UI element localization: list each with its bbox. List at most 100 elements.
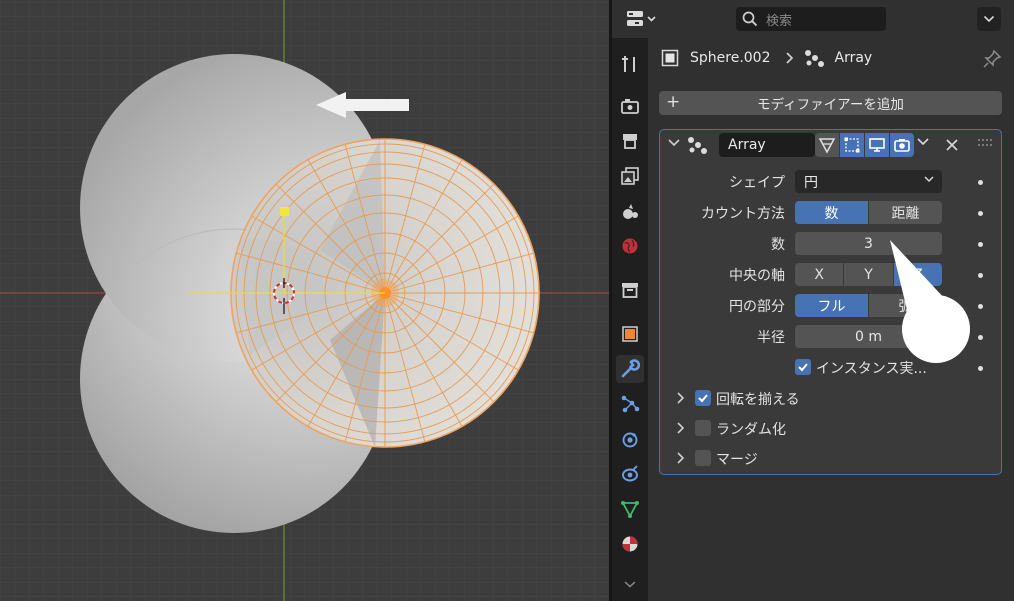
empty-handle — [280, 207, 289, 216]
align-rotation-label[interactable]: 回転を揃える — [716, 389, 800, 409]
tab-render[interactable] — [616, 92, 644, 120]
render-icon — [621, 99, 639, 114]
chevron-down-icon — [983, 15, 995, 23]
search-icon — [742, 11, 758, 27]
world-icon — [622, 238, 638, 254]
chevron-right-icon — [785, 52, 793, 64]
breadcrumb-object: Sphere.002 — [690, 50, 771, 66]
tab-object[interactable] — [616, 320, 644, 348]
count-method-selector: 数 距離 — [795, 201, 942, 224]
search-placeholder: 検索 — [766, 13, 793, 29]
merge-checkbox[interactable] — [695, 450, 711, 466]
edit-mode-toggle[interactable] — [840, 133, 864, 157]
chevron-right-icon[interactable] — [675, 421, 687, 435]
shape-value: 円 — [804, 174, 818, 191]
plus-icon: + — [666, 92, 681, 112]
properties-header: 検索 — [612, 0, 1014, 38]
tab-modifiers[interactable] — [616, 355, 644, 383]
randomize-label[interactable]: ランダム化 — [716, 419, 786, 439]
chevron-down-icon[interactable] — [916, 135, 930, 149]
keyframe-dot[interactable] — [978, 366, 983, 371]
tab-output[interactable] — [616, 127, 644, 155]
image-layers-icon — [621, 167, 639, 185]
axis-option-y[interactable]: Y — [844, 263, 894, 286]
edit-cage-toggle[interactable] — [815, 133, 839, 157]
camera-icon — [894, 139, 910, 152]
checkmark-icon — [798, 363, 808, 372]
radius-field[interactable]: 0 m — [795, 325, 942, 348]
tab-physics[interactable] — [616, 425, 644, 453]
scene-icon — [623, 204, 638, 219]
monitor-icon — [869, 138, 885, 152]
pin-icon[interactable] — [982, 49, 1002, 69]
render-toggle[interactable] — [890, 133, 914, 157]
editor-type-button[interactable] — [620, 7, 662, 31]
shape-label: シェイプ — [729, 175, 785, 191]
radius-label: 半径 — [757, 330, 785, 346]
search-field[interactable]: 検索 — [736, 7, 886, 31]
keyframe-dot[interactable] — [978, 180, 983, 185]
instance-checkbox-label: インスタンス実... — [816, 361, 927, 377]
array-modifier-icon — [688, 137, 707, 154]
keyframe-dot[interactable] — [978, 304, 983, 309]
add-modifier-label: モディファイアーを追加 — [757, 97, 904, 113]
count-field[interactable]: 3 — [795, 232, 942, 255]
count-label: 数 — [771, 237, 785, 253]
realtime-toggle[interactable] — [865, 133, 889, 157]
chevron-right-icon[interactable] — [675, 391, 687, 405]
chevron-right-icon[interactable] — [675, 451, 687, 465]
keyframe-dot[interactable] — [978, 242, 983, 247]
breadcrumb-modifier: Array — [834, 50, 873, 66]
drag-grip-icon[interactable] — [978, 139, 992, 147]
tab-collection[interactable] — [616, 276, 644, 304]
tab-world[interactable] — [616, 232, 644, 260]
tab-view-layer[interactable] — [616, 162, 644, 190]
tab-particles[interactable] — [616, 390, 644, 418]
object-icon — [661, 49, 679, 67]
merge-label[interactable]: マージ — [716, 449, 758, 469]
central-axis-label: 中央の軸 — [729, 268, 785, 284]
constraint-icon — [622, 465, 638, 482]
editor-type-icon — [627, 11, 656, 26]
tab-tool[interactable] — [616, 50, 644, 78]
instance-checkbox[interactable] — [795, 359, 811, 375]
properties-content: Sphere.002 Array + モディファイアーを追加 Array シェイ… — [648, 38, 1014, 601]
circle-part-option-arc[interactable]: 弧 — [869, 294, 942, 317]
tab-material[interactable] — [616, 530, 644, 558]
tab-constraints[interactable] — [616, 460, 644, 488]
tab-data[interactable] — [616, 495, 644, 523]
count-method-label: カウント方法 — [701, 206, 785, 222]
add-modifier-button[interactable]: + モディファイアーを追加 — [659, 91, 1002, 115]
options-dropdown-button[interactable] — [977, 7, 1001, 31]
tool-icon — [622, 56, 635, 72]
3d-viewport[interactable] — [0, 0, 609, 601]
keyframe-dot[interactable] — [978, 211, 983, 216]
physics-icon — [622, 432, 638, 448]
keyframe-dot[interactable] — [978, 273, 983, 278]
modifier-name-field[interactable]: Array — [719, 133, 815, 157]
count-method-option-count[interactable]: 数 — [795, 201, 869, 224]
circle-part-label: 円の部分 — [729, 299, 785, 315]
central-axis-selector: X Y Z — [795, 263, 942, 286]
material-icon — [622, 536, 638, 552]
chevron-down-icon — [624, 581, 636, 588]
wrench-icon — [621, 359, 640, 378]
tab-scene[interactable] — [616, 197, 644, 225]
circle-part-option-full[interactable]: フル — [795, 294, 869, 317]
mesh-data-icon — [621, 501, 639, 518]
axis-option-z[interactable]: Z — [893, 263, 942, 286]
collection-box-icon — [622, 283, 638, 298]
edit-mode-icon — [844, 137, 860, 153]
edit-cage-icon — [818, 138, 836, 154]
shape-dropdown[interactable]: 円 — [795, 170, 942, 193]
tab-more[interactable] — [616, 570, 644, 598]
count-method-option-distance[interactable]: 距離 — [869, 201, 942, 224]
array-modifier-panel: Array シェイプ 円 カウント方法 数 距離 数 3 中央の軸 X Y Z … — [659, 129, 1002, 475]
checkmark-icon — [698, 394, 708, 403]
align-rotation-checkbox[interactable] — [695, 390, 711, 406]
axis-option-x[interactable]: X — [795, 263, 845, 286]
collapse-chevron-icon[interactable] — [667, 136, 681, 150]
keyframe-dot[interactable] — [978, 335, 983, 340]
close-icon[interactable] — [945, 138, 959, 152]
randomize-checkbox[interactable] — [695, 420, 711, 436]
